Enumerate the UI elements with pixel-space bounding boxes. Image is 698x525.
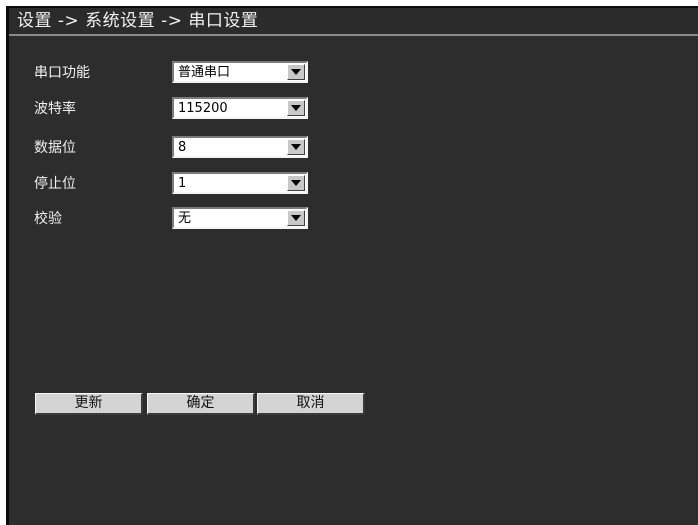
parity-select[interactable]: 无 <box>172 207 308 229</box>
serial-function-label: 串口功能 <box>34 65 90 81</box>
field-row-baud-rate: 波特率 115200 <box>9 97 698 121</box>
stop-bits-label: 停止位 <box>34 176 76 192</box>
data-bits-dropdown-button[interactable] <box>287 139 305 155</box>
baud-rate-dropdown-button[interactable] <box>287 100 305 116</box>
chevron-down-icon <box>291 69 301 75</box>
serial-function-value: 普通串口 <box>178 65 231 80</box>
serial-settings-window: 设置 -> 系统设置 -> 串口设置 串口功能 普通串口 波特率 115200 … <box>6 6 698 525</box>
baud-rate-label: 波特率 <box>34 101 76 117</box>
field-row-serial-function: 串口功能 普通串口 <box>9 61 698 85</box>
title-bar: 设置 -> 系统设置 -> 串口设置 <box>9 8 698 36</box>
serial-function-dropdown-button[interactable] <box>287 64 305 80</box>
stop-bits-value: 1 <box>178 176 187 191</box>
baud-rate-value: 115200 <box>178 101 228 116</box>
breadcrumb: 设置 -> 系统设置 -> 串口设置 <box>17 11 259 31</box>
baud-rate-select[interactable]: 115200 <box>172 97 308 119</box>
chevron-down-icon <box>291 105 301 111</box>
chevron-down-icon <box>291 180 301 186</box>
stop-bits-select[interactable]: 1 <box>172 172 308 194</box>
field-row-data-bits: 数据位 8 <box>9 136 698 160</box>
parity-dropdown-button[interactable] <box>287 210 305 226</box>
chevron-down-icon <box>291 144 301 150</box>
stop-bits-dropdown-button[interactable] <box>287 175 305 191</box>
cancel-button[interactable]: 取消 <box>257 393 365 415</box>
data-bits-label: 数据位 <box>34 140 76 156</box>
parity-label: 校验 <box>34 211 62 227</box>
data-bits-select[interactable]: 8 <box>172 136 308 158</box>
chevron-down-icon <box>291 215 301 221</box>
parity-value: 无 <box>178 211 192 226</box>
field-row-parity: 校验 无 <box>9 207 698 231</box>
data-bits-value: 8 <box>178 140 187 155</box>
refresh-button[interactable]: 更新 <box>35 393 143 415</box>
serial-function-select[interactable]: 普通串口 <box>172 61 308 83</box>
confirm-button[interactable]: 确定 <box>147 393 255 415</box>
field-row-stop-bits: 停止位 1 <box>9 172 698 196</box>
